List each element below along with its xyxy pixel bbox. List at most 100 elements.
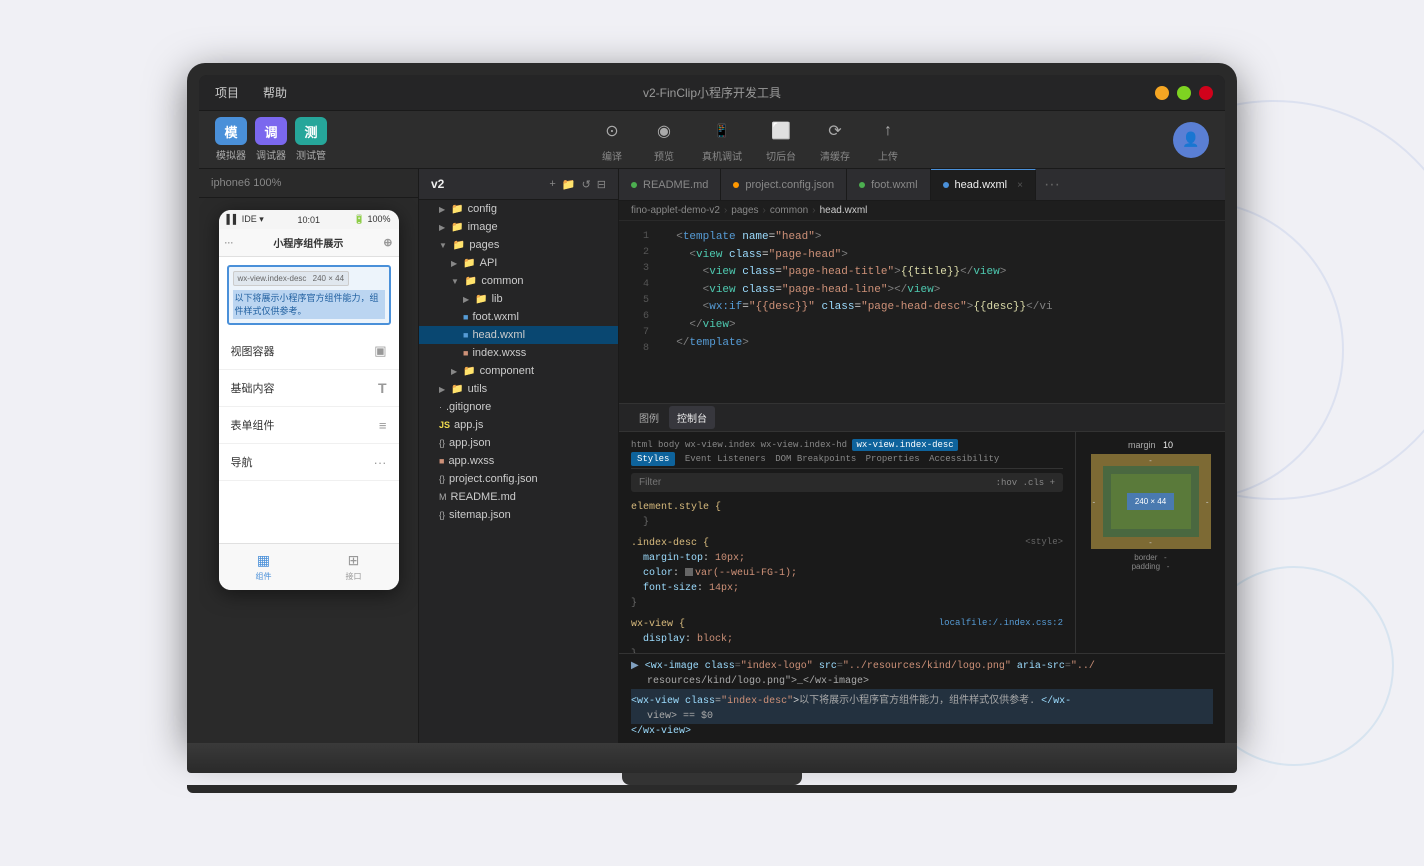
- compile-action[interactable]: ⊙ 编译: [598, 117, 626, 163]
- maximize-button[interactable]: □: [1177, 86, 1191, 100]
- background-icon: ⬜: [767, 117, 795, 145]
- simulator-header: iphone6 100%: [199, 169, 418, 198]
- tab-label: foot.wxml: [871, 179, 917, 191]
- toolbar-btn-debugger[interactable]: 调 调试器: [255, 117, 287, 162]
- user-avatar[interactable]: 👤: [1173, 122, 1209, 158]
- menu-help[interactable]: 帮助: [259, 82, 291, 103]
- margin-label: margin 10: [1128, 440, 1173, 450]
- margin-box: 240 × 44: [1091, 454, 1211, 549]
- phone-section-3[interactable]: 导航 ···: [219, 444, 399, 481]
- crumb-html[interactable]: html: [631, 440, 653, 450]
- file-item-foot-wxml[interactable]: ■ foot.wxml: [419, 308, 618, 326]
- minimize-button[interactable]: −: [1155, 86, 1169, 100]
- tab-outline[interactable]: 控制台: [669, 406, 715, 429]
- section-title-0: 视图容器: [231, 343, 275, 359]
- tab-foot-wxml[interactable]: foot.wxml: [847, 169, 930, 200]
- file-item-gitignore[interactable]: · .gitignore: [419, 398, 618, 416]
- collapse-icon[interactable]: ⊟: [597, 178, 606, 191]
- style-rule-wx-view: wx-view { localfile:/.index.css:2 displa…: [631, 617, 1063, 653]
- tab-readme[interactable]: README.md: [619, 169, 721, 200]
- battery-label: 🔋 100%: [354, 214, 391, 225]
- code-line-7: </template>: [663, 335, 1217, 353]
- file-name: index.wxss: [472, 347, 526, 359]
- crumb-wx-view-index-hd[interactable]: wx-view.index-hd: [761, 440, 847, 450]
- properties-tab[interactable]: Properties: [866, 454, 920, 464]
- filter-input[interactable]: [639, 477, 988, 488]
- file-item-project-config[interactable]: {} project.config.json: [419, 470, 618, 488]
- file-name: API: [480, 257, 498, 269]
- device-label: iphone6: [211, 177, 250, 189]
- file-name: sitemap.json: [449, 509, 511, 521]
- dom-breakpoints-tab[interactable]: DOM Breakpoints: [775, 454, 856, 464]
- phone-tab-component[interactable]: ▦ 组件: [219, 548, 309, 586]
- folder-icon: 📁: [451, 204, 463, 215]
- laptop-container: 项目 帮助 v2-FinClip小程序开发工具 − □ × 模 模拟器: [187, 63, 1237, 803]
- toolbar-btn-simulator[interactable]: 模 模拟器: [215, 117, 247, 162]
- new-file-icon[interactable]: +: [549, 178, 555, 191]
- code-line-3: <view class="page-head-title">{{title}}<…: [663, 264, 1217, 282]
- phone-tab-api[interactable]: ⊞ 接口: [309, 548, 399, 586]
- phone-section-2[interactable]: 表单组件 ≡: [219, 407, 399, 444]
- phone-section-0[interactable]: 视图容器 ▣: [219, 333, 399, 370]
- file-item-sitemap[interactable]: {} sitemap.json: [419, 506, 618, 524]
- background-action[interactable]: ⬜ 切后台: [766, 117, 796, 163]
- file-tree-root: v2: [431, 177, 444, 191]
- test-label: 测试管: [296, 147, 326, 162]
- breadcrumb-file: head.wxml: [820, 205, 868, 216]
- toolbar-btn-test[interactable]: 测 测试管: [295, 117, 327, 162]
- devtools-box-model: margin 10: [1075, 432, 1225, 653]
- device-debug-action[interactable]: 📱 真机调试: [702, 117, 742, 163]
- tab-head-wxml[interactable]: head.wxml ×: [931, 169, 1036, 200]
- file-item-utils[interactable]: ▶ 📁 utils: [419, 380, 618, 398]
- tab-html[interactable]: 图例: [631, 406, 667, 429]
- new-folder-icon[interactable]: 📁: [562, 178, 576, 191]
- crumb-wx-view-index[interactable]: wx-view.index: [685, 440, 755, 450]
- file-item-pages[interactable]: ▼ 📁 pages: [419, 236, 618, 254]
- code-content[interactable]: <template name="head"> <view class="page…: [655, 221, 1225, 403]
- tab-project-config[interactable]: project.config.json: [721, 169, 847, 200]
- wxss-icon: ■: [463, 348, 468, 358]
- file-item-config[interactable]: ▶ 📁 config: [419, 200, 618, 218]
- file-item-head-wxml[interactable]: ■ head.wxml: [419, 326, 618, 344]
- breadcrumb-bar: fino-applet-demo-v2 › pages › common › h…: [619, 201, 1225, 221]
- file-item-image[interactable]: ▶ 📁 image: [419, 218, 618, 236]
- file-item-api[interactable]: ▶ 📁 API: [419, 254, 618, 272]
- file-item-readme[interactable]: M README.md: [419, 488, 618, 506]
- refresh-icon[interactable]: ↺: [582, 178, 591, 191]
- test-icon: 测: [295, 117, 327, 145]
- file-item-index-wxss[interactable]: ■ index.wxss: [419, 344, 618, 362]
- styles-panel: :hov .cls + element.style { } .index-des…: [631, 473, 1063, 653]
- filter-pseudo: :hov .cls +: [996, 478, 1055, 488]
- file-item-lib[interactable]: ▶ 📁 lib: [419, 290, 618, 308]
- html-line-4-highlighted: view> == $0: [631, 709, 1213, 724]
- crumb-body[interactable]: body: [658, 440, 680, 450]
- arrow-icon: ▶: [451, 367, 457, 376]
- preview-action[interactable]: ◉ 预览: [650, 117, 678, 163]
- tab-more-button[interactable]: ···: [1036, 176, 1068, 194]
- phone-device: ▌▌ IDE ▾ 10:01 🔋 100% ··· 小程序组件展示 ⊕: [219, 210, 399, 590]
- tab-close-icon[interactable]: ×: [1017, 180, 1023, 191]
- upload-action[interactable]: ↑ 上传: [874, 117, 902, 163]
- crumb-wx-view-index-desc[interactable]: wx-view.index-desc: [852, 439, 957, 451]
- json-icon: {}: [439, 474, 445, 484]
- file-item-component[interactable]: ▶ 📁 component: [419, 362, 618, 380]
- section-icon-1: T: [378, 380, 387, 396]
- menu-project[interactable]: 项目: [211, 82, 243, 103]
- breadcrumb-root: fino-applet-demo-v2: [631, 205, 720, 216]
- file-item-app-json[interactable]: {} app.json: [419, 434, 618, 452]
- event-listeners-tab[interactable]: Event Listeners: [685, 454, 766, 464]
- editor-area: README.md project.config.json foot.wxml: [619, 169, 1225, 743]
- file-item-common[interactable]: ▼ 📁 common: [419, 272, 618, 290]
- upload-icon: ↑: [874, 117, 902, 145]
- phone-section-1[interactable]: 基础内容 T: [219, 370, 399, 407]
- code-editor[interactable]: 1 2 3 4 5 6 7 8 <template name="head"> <…: [619, 221, 1225, 403]
- tab-dot: [943, 182, 949, 188]
- html-code-panel[interactable]: html body wx-view.index wx-view.index-hd…: [619, 432, 1075, 653]
- toolbar-left: 模 模拟器 调 调试器 测 测试管: [215, 117, 327, 162]
- file-item-app-wxss[interactable]: ■ app.wxss: [419, 452, 618, 470]
- close-button[interactable]: ×: [1199, 86, 1213, 100]
- accessibility-tab[interactable]: Accessibility: [929, 454, 999, 464]
- clear-cache-action[interactable]: ⟳ 清缓存: [820, 117, 850, 163]
- styles-tab[interactable]: Styles: [631, 452, 675, 466]
- file-item-app-js[interactable]: JS app.js: [419, 416, 618, 434]
